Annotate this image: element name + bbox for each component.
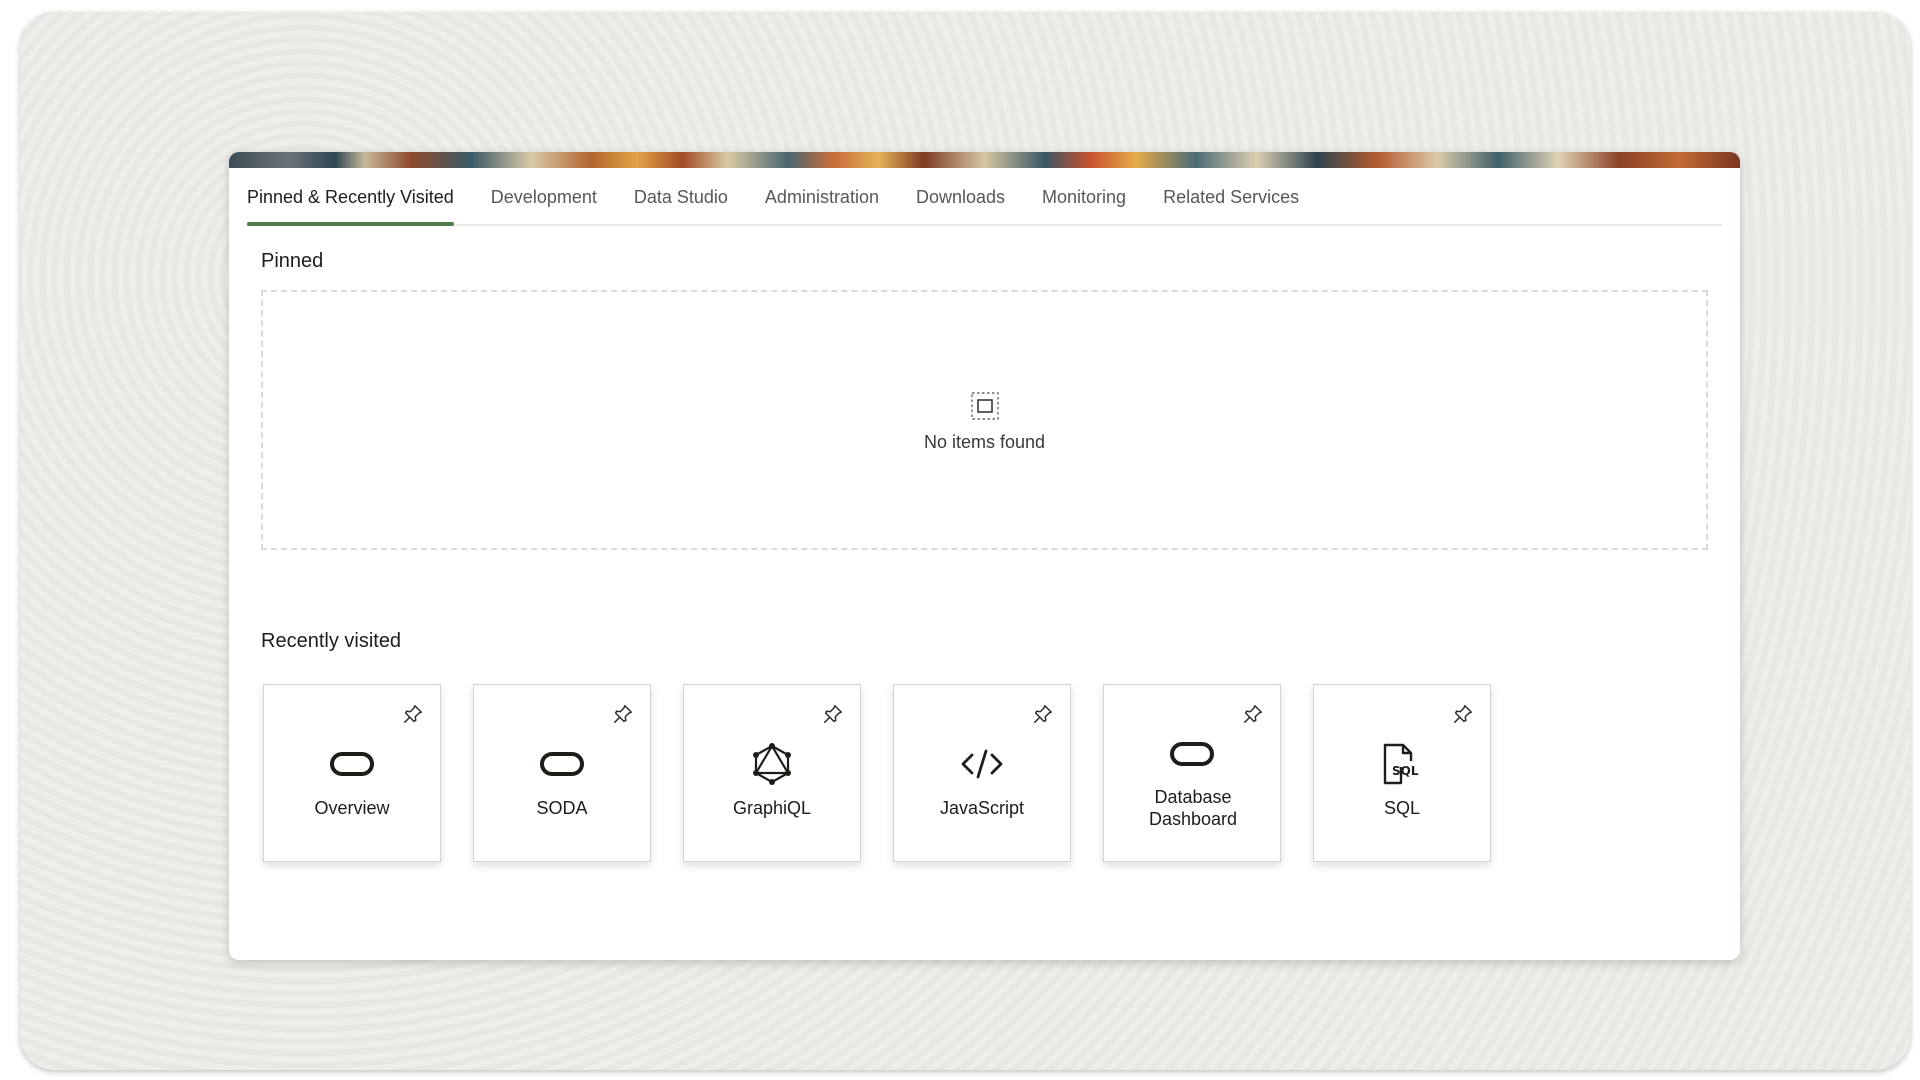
pin-icon[interactable] — [612, 703, 634, 725]
pin-icon[interactable] — [1242, 703, 1264, 725]
tab-downloads[interactable]: Downloads — [916, 187, 1005, 224]
tile-label: Overview — [314, 798, 390, 818]
sql-file-icon: SQL — [1383, 743, 1419, 785]
pin-icon[interactable] — [1032, 703, 1054, 725]
oracle-pill-icon — [330, 752, 374, 776]
recently-visited-heading: Recently visited — [261, 630, 402, 652]
pinned-empty-area: No items found — [261, 290, 1708, 550]
tile-overview[interactable]: Overview — [263, 684, 441, 862]
empty-state: No items found — [263, 392, 1706, 453]
recent-tiles: Overview SODA GraphiQL JavaScript Databa… — [263, 684, 1523, 862]
pin-icon[interactable] — [402, 703, 424, 725]
tile-sql[interactable]: SQL SQL — [1313, 684, 1491, 862]
tile-javascript[interactable]: JavaScript — [893, 684, 1071, 862]
pin-icon[interactable] — [822, 703, 844, 725]
tab-administration[interactable]: Administration — [765, 187, 879, 224]
tab-data-studio[interactable]: Data Studio — [634, 187, 728, 224]
tile-label: SQL — [1383, 798, 1421, 818]
tile-label: SODA — [536, 798, 588, 818]
tab-bar: Pinned & Recently Visited Development Da… — [247, 168, 1722, 226]
pin-icon[interactable] — [1452, 703, 1474, 725]
tile-graphiql[interactable]: GraphiQL — [683, 684, 861, 862]
tab-pinned-recently-visited[interactable]: Pinned & Recently Visited — [247, 187, 454, 226]
background-frame: Pinned & Recently Visited Development Da… — [20, 12, 1910, 1070]
tab-related-services[interactable]: Related Services — [1163, 187, 1299, 224]
tab-development[interactable]: Development — [491, 187, 597, 224]
code-brackets-icon — [961, 749, 1003, 779]
decorative-banner — [229, 152, 1740, 168]
oracle-pill-icon — [540, 752, 584, 776]
svg-text:SQL: SQL — [1392, 764, 1419, 778]
tile-label: GraphiQL — [732, 798, 812, 818]
tile-soda[interactable]: SODA — [473, 684, 651, 862]
graphql-icon — [753, 743, 791, 785]
empty-state-text: No items found — [923, 432, 1046, 452]
tab-monitoring[interactable]: Monitoring — [1042, 187, 1126, 224]
tile-label: Database Dashboard — [1148, 787, 1238, 829]
empty-selection-icon — [970, 392, 999, 420]
oracle-pill-icon — [1170, 742, 1214, 766]
tile-database-dashboard[interactable]: Database Dashboard — [1103, 684, 1281, 862]
main-card: Pinned & Recently Visited Development Da… — [229, 152, 1740, 960]
pinned-heading: Pinned — [261, 250, 324, 272]
tile-label: JavaScript — [939, 798, 1025, 818]
